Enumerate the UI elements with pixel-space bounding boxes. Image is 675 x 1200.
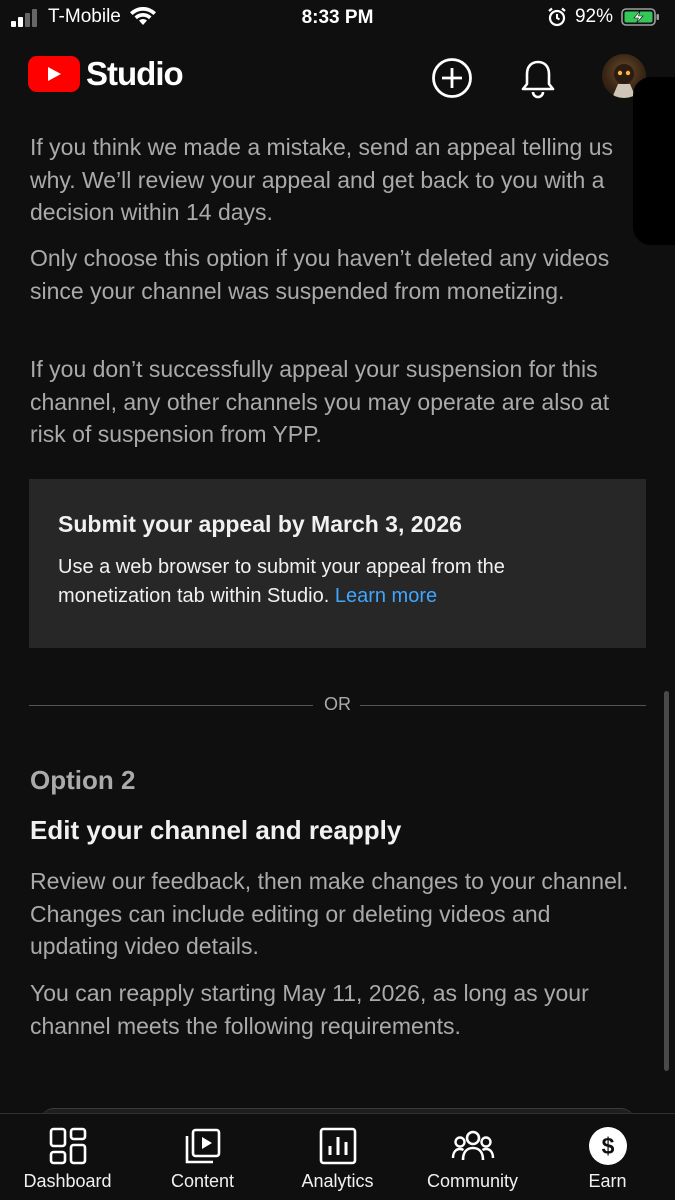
battery-charging-icon (621, 8, 659, 26)
nav-label-earn: Earn (588, 1171, 627, 1191)
youtube-studio-logo[interactable]: Studio (28, 55, 184, 93)
nav-label-dashboard: Dashboard (23, 1171, 112, 1191)
app-header: Studio (0, 40, 675, 115)
appeal-instructions: Use a web browser to submit your appeal … (58, 553, 618, 611)
earn-icon: $ (588, 1127, 627, 1165)
status-bar: T-Mobile 8:33 PM 92% (0, 0, 675, 40)
appeal-instructions-text: Use a web browser to submit your appeal … (58, 556, 505, 607)
nav-analytics[interactable]: Analytics (270, 1114, 405, 1200)
appeal-warning-text: If you don’t successfully appeal your su… (30, 356, 610, 447)
nav-earn[interactable]: $ Earn (540, 1114, 675, 1200)
nav-label-content: Content (170, 1171, 235, 1191)
status-right: 92% (547, 6, 661, 28)
scrollbar[interactable] (664, 691, 669, 1071)
nav-label-analytics: Analytics (301, 1171, 374, 1191)
option-number-label: Option 2 (30, 765, 136, 795)
learn-more-link[interactable]: Learn more (335, 585, 437, 607)
bottom-navigation: Dashboard Content Analytics Community $ … (0, 1113, 675, 1200)
nav-label-community: Community (426, 1171, 519, 1191)
nav-dashboard[interactable]: Dashboard (0, 1114, 135, 1200)
reapply-date-text: You can reapply starting May 11, 2026, a… (30, 980, 589, 1039)
nav-community[interactable]: Community (405, 1114, 540, 1200)
create-button[interactable] (430, 56, 474, 100)
logo-text: Studio (86, 55, 184, 92)
analytics-icon (319, 1127, 356, 1165)
appeal-deadline-title: Submit your appeal by March 3, 2026 (58, 511, 462, 537)
bell-icon (521, 60, 555, 99)
content-icon (185, 1128, 220, 1164)
appeal-intro-text: If you think we made a mistake, send an … (30, 134, 614, 225)
alarm-icon (548, 7, 566, 27)
divider-right (360, 705, 646, 706)
appeal-condition-text: Only choose this option if you haven’t d… (30, 245, 610, 304)
create-icon (432, 58, 472, 98)
dashboard-icon (49, 1127, 86, 1165)
notifications-button[interactable] (516, 56, 560, 100)
nav-content[interactable]: Content (135, 1114, 270, 1200)
option-heading: Edit your channel and reapply (30, 815, 402, 845)
reapply-feedback-text: Review our feedback, then make changes t… (30, 868, 629, 959)
battery-percent: 92% (574, 6, 613, 27)
youtube-play-icon (28, 56, 80, 92)
main-content: If you think we made a mistake, send an … (0, 115, 675, 1115)
svg-text:$: $ (601, 1133, 614, 1159)
appeal-deadline-card: Submit your appeal by March 3, 2026 Use … (29, 479, 646, 648)
community-icon (451, 1130, 494, 1161)
